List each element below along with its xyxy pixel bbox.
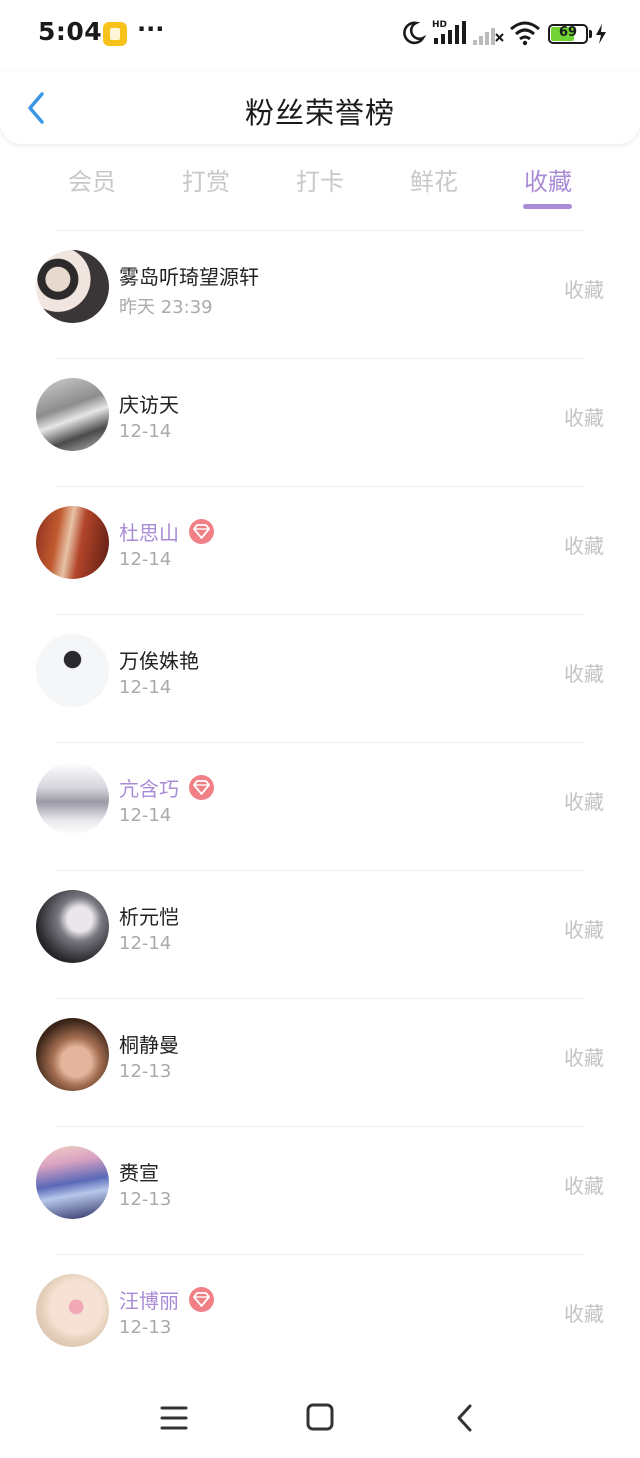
favorite-status: 收藏	[564, 406, 604, 430]
avatar[interactable]	[36, 1018, 109, 1091]
header-bar: 粉丝荣誉榜	[0, 72, 640, 144]
menu-icon[interactable]	[154, 1400, 194, 1436]
fan-name[interactable]: 析元恺	[119, 901, 179, 930]
favorite-status: 收藏	[564, 278, 604, 302]
fan-date: 12-13	[119, 1189, 172, 1210]
favorite-status: 收藏	[564, 1046, 604, 1070]
fan-date: 12-13	[119, 1061, 172, 1082]
hd-signal-icon: HD	[432, 20, 466, 44]
row-divider	[55, 870, 585, 871]
fan-name[interactable]: 庆访天	[119, 389, 179, 418]
fan-name-wrap: 析元恺	[119, 900, 179, 930]
system-nav-bar	[0, 1380, 640, 1458]
fan-name-wrap: 万俟姝艳	[119, 644, 199, 674]
fan-name[interactable]: 赉宣	[119, 1157, 159, 1186]
list-item[interactable]: 亢含巧 12-14 收藏	[0, 742, 640, 870]
row-divider	[55, 230, 585, 231]
page-title: 粉丝荣誉榜	[244, 96, 395, 130]
row-divider	[55, 1126, 585, 1127]
fan-name-wrap: 杜思山	[119, 516, 214, 546]
list-item[interactable]: 汪博丽 12-13 收藏	[0, 1254, 640, 1382]
favorite-status: 收藏	[564, 1302, 604, 1326]
fan-name-wrap: 桐静曼	[119, 1028, 179, 1058]
active-tab-indicator	[523, 204, 572, 209]
charging-icon	[596, 24, 606, 44]
status-bar: 5:04 ··· HD 69	[0, 0, 640, 70]
svg-text:HD: HD	[432, 20, 447, 30]
avatar[interactable]	[36, 250, 109, 323]
tab-flowers[interactable]: 鲜花	[384, 162, 484, 197]
row-divider	[55, 1254, 585, 1255]
favorite-status: 收藏	[564, 790, 604, 814]
list-item[interactable]: 赉宣 12-13 收藏	[0, 1126, 640, 1254]
fan-date: 12-14	[119, 805, 172, 826]
list-item[interactable]: 析元恺 12-14 收藏	[0, 870, 640, 998]
tab-favorites[interactable]: 收藏	[498, 162, 598, 197]
fan-name-wrap: 庆访天	[119, 388, 179, 418]
battery-icon: 69	[548, 24, 588, 44]
tab-reward[interactable]: 打赏	[156, 162, 256, 197]
favorite-status: 收藏	[564, 662, 604, 686]
tab-bar: 会员 打赏 打卡 鲜花 收藏	[0, 150, 640, 220]
status-time: 5:04	[38, 17, 103, 46]
moon-icon	[403, 21, 426, 45]
avatar[interactable]	[36, 634, 109, 707]
list-item[interactable]: 雾岛听琦望源轩 昨天 23:39 收藏	[0, 230, 640, 358]
fan-name-wrap: 赉宣	[119, 1156, 159, 1186]
tab-member[interactable]: 会员	[42, 162, 142, 197]
fan-name[interactable]: 桐静曼	[119, 1029, 179, 1058]
list-item[interactable]: 万俟姝艳 12-14 收藏	[0, 614, 640, 742]
avatar[interactable]	[36, 762, 109, 835]
home-icon[interactable]	[300, 1400, 340, 1436]
fan-name[interactable]: 雾岛听琦望源轩	[119, 261, 259, 290]
fan-date: 昨天 23:39	[119, 297, 213, 318]
favorite-status: 收藏	[564, 1174, 604, 1198]
vip-diamond-icon	[189, 774, 214, 800]
list-item[interactable]: 杜思山 12-14 收藏	[0, 486, 640, 614]
fan-date: 12-14	[119, 933, 172, 954]
row-divider	[55, 614, 585, 615]
tab-checkin[interactable]: 打卡	[270, 162, 370, 197]
fan-name[interactable]: 汪博丽	[119, 1285, 179, 1314]
favorite-status: 收藏	[564, 534, 604, 558]
row-divider	[55, 742, 585, 743]
avatar[interactable]	[36, 1146, 109, 1219]
fan-date: 12-14	[119, 421, 172, 442]
fan-date: 12-14	[119, 677, 172, 698]
more-dots-icon: ···	[137, 15, 165, 43]
fan-name[interactable]: 万俟姝艳	[119, 645, 199, 674]
row-divider	[55, 486, 585, 487]
vip-diamond-icon	[189, 518, 214, 544]
row-divider	[55, 358, 585, 359]
back-icon[interactable]	[446, 1400, 486, 1436]
row-divider	[55, 998, 585, 999]
wifi-icon	[510, 21, 540, 46]
battery-cap	[589, 30, 592, 38]
fan-name[interactable]: 亢含巧	[119, 773, 179, 802]
battery-level-text: 69	[558, 25, 578, 40]
fan-date: 12-13	[119, 1317, 172, 1338]
favorite-status: 收藏	[564, 918, 604, 942]
fan-name-wrap: 雾岛听琦望源轩	[119, 260, 259, 290]
fan-name-wrap: 汪博丽	[119, 1284, 214, 1314]
avatar[interactable]	[36, 890, 109, 963]
fan-date: 12-14	[119, 549, 172, 570]
avatar[interactable]	[36, 378, 109, 451]
signal-off-icon	[473, 28, 504, 45]
fan-name-wrap: 亢含巧	[119, 772, 214, 802]
avatar[interactable]	[36, 1274, 109, 1347]
app-notification-icon	[103, 22, 127, 46]
fan-name[interactable]: 杜思山	[119, 517, 179, 546]
list-item[interactable]: 庆访天 12-14 收藏	[0, 358, 640, 486]
list-item[interactable]: 桐静曼 12-13 收藏	[0, 998, 640, 1126]
avatar[interactable]	[36, 506, 109, 579]
vip-diamond-icon	[189, 1286, 214, 1312]
fan-list: 雾岛听琦望源轩 昨天 23:39 收藏 庆访天 12-14 收藏 杜思山 12-…	[0, 230, 640, 1382]
